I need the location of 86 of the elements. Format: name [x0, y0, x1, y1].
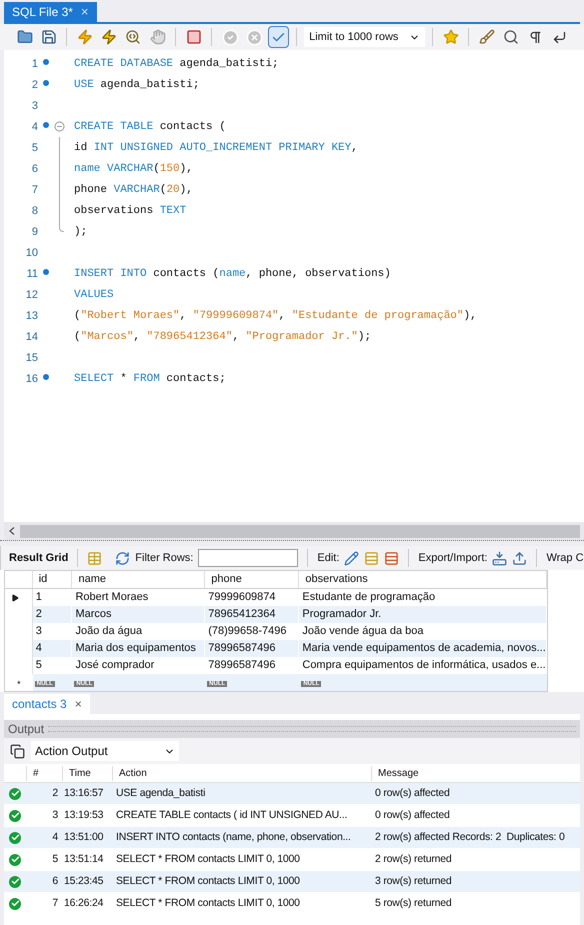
code-line: ("Robert Moraes", "79999609874", "Estudante de programação"), [74, 309, 477, 324]
line-number: 2 [30, 78, 38, 93]
table-cell-text: SELECT * FROM contacts LIMIT 0, 1000 [115, 852, 301, 867]
table-cell-text: SELECT * FROM contacts LIMIT 0, 1000 [115, 896, 301, 911]
line-number: 8 [30, 204, 38, 219]
autocommit-icon[interactable] [268, 26, 290, 48]
columns-icon[interactable] [87, 550, 102, 566]
delete-row-icon[interactable] [384, 550, 400, 566]
code-line: USE agenda_batisti; [74, 78, 200, 93]
code-line: id INT UNSIGNED AUTO_INCREMENT PRIMARY KEY, [74, 141, 358, 156]
code-line: observations TEXT [74, 204, 186, 219]
code-line: SELECT * FROM contacts; [74, 372, 226, 387]
column-header[interactable]: Action [112, 766, 371, 780]
close-icon[interactable]: × [74, 695, 82, 713]
code-line: VALUES [74, 288, 114, 303]
table-cell-text: 3 row(s) returned [374, 874, 453, 889]
table-cell-text: 7 [51, 896, 59, 911]
column-header[interactable]: phone [205, 571, 300, 588]
code-line: ); [74, 225, 88, 240]
table-cell-text: 5 [51, 852, 59, 867]
table-cell-text: USE agenda_batisti [115, 786, 206, 801]
line-number: 11 [26, 267, 38, 282]
filter-label: Filter Rows: [135, 550, 194, 566]
edit-pencil-icon[interactable] [344, 550, 360, 566]
line-number: 15 [24, 351, 38, 366]
table-cell-text: 2 row(s) returned [374, 852, 453, 867]
filter-field[interactable] [198, 549, 298, 567]
table-cell-text: 13:51:14 [63, 852, 104, 867]
code-line: ("Marcos", "78965412364", "Programador Jr."); [74, 330, 372, 345]
line-number: 5 [30, 141, 38, 156]
column-header[interactable]: observations [299, 571, 548, 588]
code-line: phone VARCHAR(20), [74, 183, 193, 198]
code-line: CREATE TABLE contacts ( [74, 120, 226, 135]
code-line: name VARCHAR(150), [74, 162, 193, 177]
table-cell-text: 0 row(s) affected [374, 786, 451, 801]
line-number: 1 [30, 57, 38, 72]
line-number: 16 [24, 372, 38, 387]
fold-icon[interactable] [54, 121, 65, 132]
table-cell-text: 2 row(s) affected Records: 2 Duplicates: 0 [374, 830, 566, 845]
copy-icon[interactable] [10, 744, 25, 758]
table-cell-text: 6 [51, 874, 59, 889]
line-number: 7 [30, 183, 38, 198]
line-number: 3 [30, 99, 38, 114]
table-cell-text: 2 [51, 786, 59, 801]
column-header[interactable]: # [26, 766, 62, 780]
line-number: 12 [24, 288, 38, 303]
table-cell-text: 5 row(s) returned [374, 896, 453, 911]
editor-tab[interactable]: SQL File 3* × [4, 2, 97, 22]
new-row-marker: * [5, 674, 33, 691]
table-cell-text: SELECT * FROM contacts LIMIT 0, 1000 [115, 874, 301, 889]
column-header[interactable]: name [72, 571, 206, 588]
refresh-icon[interactable] [115, 550, 130, 566]
table-cell-text: 16:26:24 [63, 896, 104, 911]
table-cell-text: 13:19:53 [63, 808, 104, 823]
horizontal-scrollbar[interactable] [4, 522, 584, 540]
column-header[interactable]: Message [371, 766, 580, 780]
table-cell-text: 0 row(s) affected [374, 808, 451, 823]
table-cell-text: 15:23:45 [63, 874, 104, 889]
code-line: CREATE DATABASE agenda_batisti; [74, 57, 279, 72]
table-cell-text: INSERT INTO contacts (name, phone, observation... [115, 830, 352, 845]
limit-dropdown[interactable]: Limit to 1000 rows [304, 27, 426, 47]
column-header[interactable]: Time [62, 766, 112, 780]
table-cell-text: 3 [51, 808, 59, 823]
export-icon[interactable] [492, 550, 508, 566]
line-number: 10 [24, 246, 38, 261]
line-number: 4 [30, 120, 38, 135]
import-icon[interactable] [512, 550, 528, 566]
line-number: 14 [24, 330, 38, 345]
line-number: 13 [24, 309, 38, 324]
wrap-label: Wrap C [546, 550, 584, 566]
column-header[interactable]: id [32, 571, 72, 588]
export-label: Export/Import: [418, 550, 488, 566]
table-cell-text: 13:51:00 [63, 830, 104, 845]
table-cell-text: 4 [51, 830, 59, 845]
line-number: 6 [30, 162, 38, 177]
scroll-left-icon[interactable] [9, 527, 15, 535]
result-grid-tab[interactable]: Result Grid [9, 550, 68, 566]
code-line: INSERT INTO contacts (name, phone, observations) [74, 267, 391, 282]
output-title: Output [8, 721, 44, 738]
line-number: 9 [30, 225, 38, 240]
table-cell-text: CREATE TABLE contacts ( id INT UNSIGNED AU... [115, 808, 348, 823]
result-tab[interactable]: contacts 3 × [4, 694, 90, 714]
action-output-dropdown[interactable]: Action Output [31, 741, 179, 761]
table-cell-text: 13:16:57 [63, 786, 104, 801]
edit-label: Edit: [317, 550, 340, 566]
add-row-icon[interactable] [364, 550, 380, 566]
